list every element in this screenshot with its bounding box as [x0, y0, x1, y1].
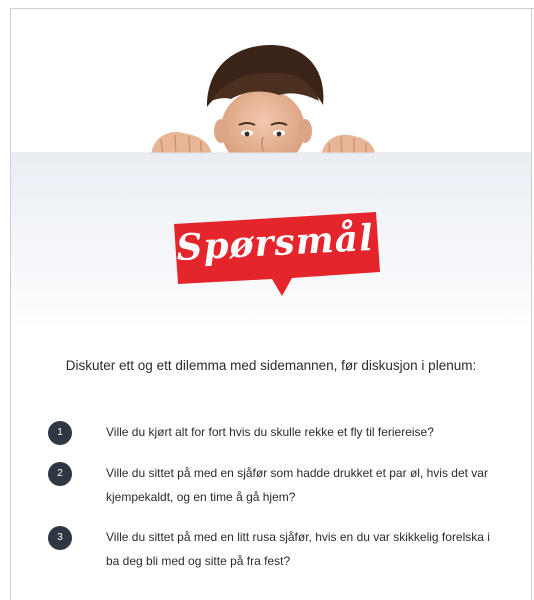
title-badge: Spørsmål	[168, 212, 382, 298]
question-text: Ville du sittet på med en sjåfør som had…	[106, 466, 488, 504]
question-item: 1 Ville du kjørt alt for fort hvis du sk…	[48, 420, 518, 445]
instruction-text: Diskuter ett og ett dilemma med sidemann…	[65, 358, 477, 373]
question-text: Ville du kjørt alt for fort hvis du skul…	[106, 425, 434, 439]
frame-border-right	[531, 8, 532, 600]
question-number-badge: 1	[48, 421, 72, 445]
question-item: 2 Ville du sittet på med en sjåfør som h…	[48, 461, 518, 509]
question-number-badge: 2	[48, 462, 72, 486]
question-list: 1 Ville du kjørt alt for fort hvis du sk…	[48, 420, 518, 589]
question-item: 3 Ville du sittet på med en litt rusa sj…	[48, 525, 518, 573]
question-text: Ville du sittet på med en litt rusa sjåf…	[106, 530, 490, 568]
slide-page: Spørsmål Diskuter ett og ett dilemma med…	[0, 0, 534, 600]
question-number-badge: 3	[48, 526, 72, 550]
